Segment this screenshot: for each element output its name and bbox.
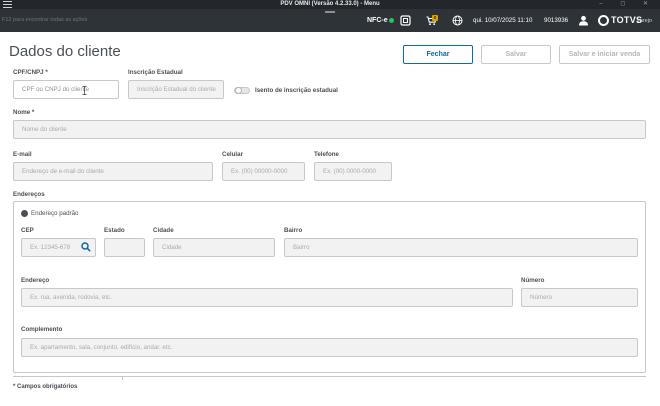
nfce-status[interactable]: NFC-e bbox=[367, 9, 394, 32]
state-registration-input[interactable]: Inscrição Estadual do cliente bbox=[128, 80, 224, 99]
number-input[interactable]: Número bbox=[521, 288, 638, 307]
cep-label: CEP bbox=[21, 227, 34, 234]
default-address-radio[interactable] bbox=[21, 210, 28, 217]
header-handle[interactable] bbox=[325, 9, 335, 13]
email-label: E-mail bbox=[13, 151, 32, 158]
user-icon[interactable] bbox=[578, 15, 589, 26]
email-input[interactable]: Endereço de e-mail do cliente bbox=[13, 162, 213, 181]
window-title: PDV OMNI (Versão 4.2.33.0) - Menu bbox=[280, 1, 380, 7]
city-label: Cidade bbox=[153, 227, 174, 234]
cart-badge: 0 bbox=[432, 15, 438, 21]
state-registration-label: Inscrição Estadual bbox=[128, 69, 183, 76]
mobile-input[interactable]: Ex. (00) 00000-0000 bbox=[222, 162, 305, 181]
name-input[interactable]: Nome do cliente bbox=[13, 120, 646, 139]
addresses-section-label: Endereços bbox=[13, 191, 45, 198]
save-button[interactable]: Salvar bbox=[481, 45, 551, 64]
search-icon[interactable] bbox=[81, 242, 91, 252]
phone-input[interactable]: Ex. (00) 0000-0000 bbox=[314, 162, 392, 181]
complement-input[interactable]: Ex. apartamento, sala, conjunto, edifíci… bbox=[21, 338, 638, 357]
save-and-start-sale-button[interactable]: Salvar e iniciar venda bbox=[559, 45, 650, 64]
state-label: Estado bbox=[104, 227, 125, 234]
window-titlebar: PDV OMNI (Versão 4.2.33.0) - Menu – ◻ ✕ bbox=[0, 0, 660, 9]
default-address-label: Endereço padrão bbox=[31, 210, 79, 217]
window-controls[interactable]: – ◻ ✕ bbox=[599, 0, 656, 9]
street-label: Endereço bbox=[21, 277, 50, 284]
globe-icon[interactable] bbox=[452, 15, 463, 26]
store-code: 9013936 bbox=[544, 17, 569, 24]
shortcut-hint: F12 para encontrar todas as ações bbox=[2, 17, 88, 23]
ie-exempt-label: Isento de inscrição estadual bbox=[255, 87, 338, 94]
number-label: Número bbox=[521, 277, 545, 284]
city-input[interactable]: Cidade bbox=[153, 238, 275, 257]
page-title: Dados do cliente bbox=[9, 43, 121, 60]
nfce-status-dot-icon bbox=[388, 17, 394, 23]
address-tab-stub[interactable] bbox=[13, 376, 123, 380]
street-input[interactable]: Ex. rua, avenida, rodovia, etc. bbox=[21, 288, 513, 307]
brand-sub: varejo bbox=[637, 18, 652, 24]
name-label: Nome * bbox=[13, 109, 35, 116]
text-cursor-icon bbox=[82, 86, 87, 95]
nfce-label: NFC-e bbox=[367, 17, 388, 24]
mobile-label: Celular bbox=[222, 151, 243, 158]
toggle-knob bbox=[235, 87, 242, 94]
complement-label: Complemento bbox=[21, 326, 63, 333]
divider bbox=[123, 376, 646, 377]
district-label: Bairro bbox=[284, 227, 303, 234]
phone-label: Telefone bbox=[314, 151, 339, 158]
fiscal-printer-icon[interactable] bbox=[400, 15, 411, 26]
cpf-label: CPF/CNPJ * bbox=[13, 69, 48, 76]
app-header: F12 para encontrar todas as ações NFC-e … bbox=[0, 9, 660, 32]
cpf-input[interactable]: CPF ou CNPJ do cliente bbox=[13, 80, 119, 99]
required-fields-note: * Campos obrigatórios bbox=[13, 384, 78, 390]
datetime: qui. 10/07/2025 11:10 bbox=[473, 17, 533, 24]
ie-exempt-toggle[interactable] bbox=[234, 87, 250, 94]
state-input[interactable] bbox=[104, 238, 145, 257]
district-input[interactable]: Bairro bbox=[284, 238, 638, 257]
totvs-logo-ring-icon bbox=[598, 15, 609, 26]
close-button[interactable]: Fechar bbox=[403, 45, 473, 64]
